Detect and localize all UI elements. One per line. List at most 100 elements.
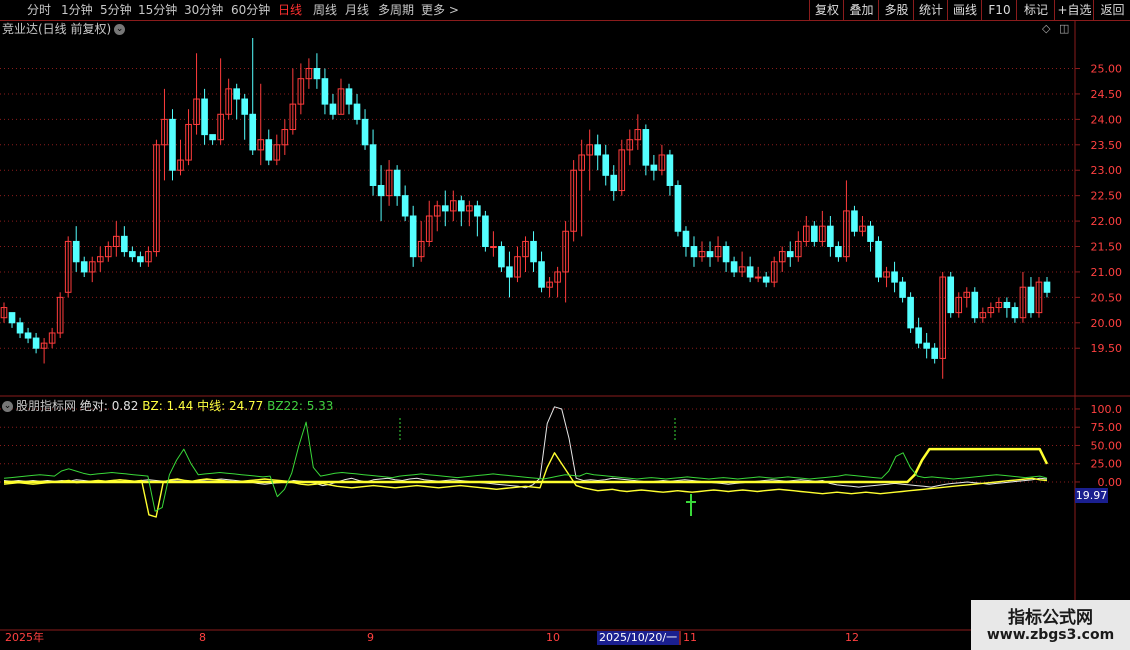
candle-body <box>482 215 489 248</box>
period-tab[interactable]: 日线 <box>278 0 302 20</box>
candle-body <box>907 296 914 329</box>
x-axis-label: 8 <box>199 631 206 644</box>
toolbar-button[interactable]: +自选 <box>1054 0 1094 20</box>
candle-body <box>1027 286 1035 314</box>
x-axis-label: 12 <box>845 631 859 644</box>
candle-body <box>610 174 618 192</box>
candle-body <box>730 261 738 273</box>
candle-body <box>137 256 144 263</box>
candle-body <box>329 103 337 115</box>
candle-body <box>321 78 329 105</box>
panel-toggle-icon[interactable]: ◫ <box>1059 22 1069 36</box>
x-axis-label: 9 <box>367 631 374 644</box>
y-tick-label: 22.50 <box>1091 190 1123 203</box>
candle-body <box>233 88 240 100</box>
toolbar-button[interactable]: 复权 <box>809 0 844 20</box>
candle-body <box>754 276 762 279</box>
candle-body <box>32 337 40 349</box>
candle-body <box>441 205 449 212</box>
period-tab[interactable]: 多周期 <box>378 0 414 20</box>
indicator-value: BZ: 1.44 <box>138 399 194 413</box>
kline-chart[interactable]: 19.50 20.00 20.50 21.00 21.50 22.00 22.50 23.00… <box>0 0 1130 650</box>
candle-body <box>746 266 754 278</box>
toolbar-button[interactable]: 统计 <box>913 0 948 20</box>
y-tick-label: 21.50 <box>1091 241 1123 254</box>
candle-body <box>345 88 353 105</box>
candle-body <box>706 251 714 258</box>
y-tick-label: 100.0 <box>1091 403 1123 416</box>
period-tab[interactable]: 15分钟 <box>138 0 177 20</box>
candle-body <box>1003 301 1011 309</box>
period-tab[interactable]: 30分钟 <box>184 0 223 20</box>
stock-title-row: 竞业达(日线 前复权) ⌄ <box>2 21 126 37</box>
candle-body <box>16 322 24 334</box>
watermark-url: www.zbgs3.com <box>986 627 1115 643</box>
period-tab[interactable]: 分时 <box>27 0 51 20</box>
period-tab[interactable]: 更多 > <box>421 0 459 20</box>
period-tab[interactable]: 月线 <box>345 0 369 20</box>
candle-body <box>353 103 361 120</box>
y-tick-label: 20.50 <box>1091 291 1123 304</box>
candle-body <box>538 261 545 288</box>
candle-body <box>121 235 128 253</box>
chevron-down-icon[interactable]: ⌄ <box>2 401 13 412</box>
toolbar-button[interactable]: 多股 <box>878 0 914 20</box>
period-tab[interactable]: 周线 <box>313 0 337 20</box>
diamond-icon[interactable]: ◇ <box>1042 22 1050 36</box>
y-tick-label: 50.00 <box>1091 439 1123 452</box>
candle-body <box>129 251 136 258</box>
y-tick-label: 75.00 <box>1091 421 1123 434</box>
cursor-date-badge: 2025/10/20/一 <box>597 631 680 645</box>
indicator-name: 股朋指标网 <box>16 399 77 413</box>
indicator-value: 绝对: 0.82 <box>79 399 139 413</box>
candle-body <box>393 169 401 197</box>
period-tab[interactable]: 60分钟 <box>231 0 270 20</box>
candle-body <box>867 225 874 242</box>
candle-body <box>72 240 80 263</box>
candle-body <box>506 266 513 278</box>
candle-body <box>377 184 385 197</box>
toolbar-button[interactable]: 标记 <box>1016 0 1055 20</box>
y-tick-label: 22.00 <box>1091 215 1123 228</box>
candle-body <box>361 118 369 146</box>
candle-body <box>674 184 682 232</box>
candle-body <box>923 342 930 349</box>
y-tick-label: 24.50 <box>1091 88 1123 101</box>
indicator-series-line <box>3 452 1048 518</box>
y-tick-label: 23.50 <box>1091 139 1123 152</box>
candle-body <box>642 129 650 166</box>
chevron-down-icon[interactable]: ⌄ <box>114 24 126 35</box>
toolbar-button[interactable]: 返回 <box>1093 0 1130 20</box>
x-axis-label: 10 <box>546 631 560 644</box>
candle-body <box>650 164 658 171</box>
candle-body <box>265 139 273 161</box>
candle-body <box>24 332 32 339</box>
candle-body <box>682 230 690 248</box>
candle-body <box>530 240 537 263</box>
candle-body <box>249 113 257 151</box>
candle-body <box>1043 281 1051 293</box>
candle-body <box>827 225 834 248</box>
candle-body <box>1011 307 1019 319</box>
y-tick-label: 20.00 <box>1091 317 1123 330</box>
candle-body <box>690 246 698 258</box>
candle-body <box>875 240 882 278</box>
candle-body <box>458 200 465 212</box>
candle-body <box>80 261 88 273</box>
candle-body <box>409 215 417 258</box>
period-tab[interactable]: 1分钟 <box>61 0 93 20</box>
candle-body <box>369 144 377 186</box>
candle-body <box>971 291 979 319</box>
candle-body <box>241 98 249 115</box>
candle-body <box>915 327 922 344</box>
toolbar-button[interactable]: 画线 <box>947 0 982 20</box>
candle-body <box>401 195 409 217</box>
candle-body <box>602 154 610 176</box>
y-tick-label: 25.00 <box>1091 458 1123 471</box>
candle-body <box>313 68 321 80</box>
candle-body <box>947 276 955 314</box>
toolbar-button[interactable]: F10 <box>981 0 1017 20</box>
period-tab[interactable]: 5分钟 <box>100 0 132 20</box>
toolbar-button[interactable]: 叠加 <box>843 0 879 20</box>
candle-body <box>931 347 938 359</box>
